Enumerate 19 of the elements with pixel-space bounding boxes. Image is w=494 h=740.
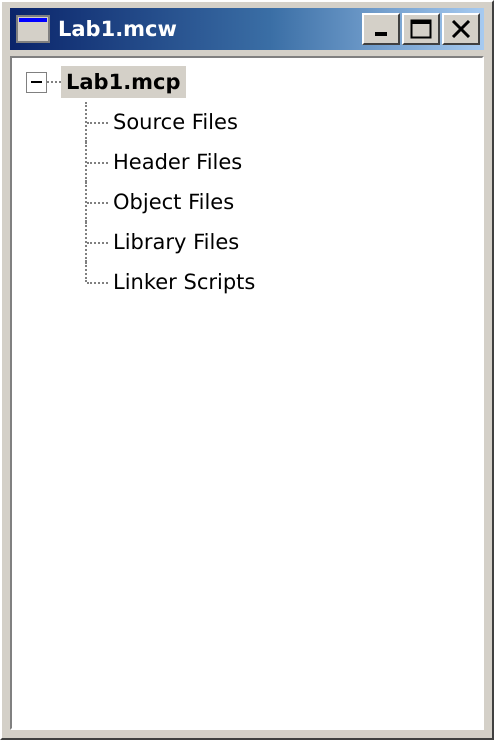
maximize-icon: [410, 19, 432, 39]
maximize-button[interactable]: [402, 13, 440, 45]
minimize-icon: [375, 32, 387, 36]
tree-item[interactable]: Linker Scripts: [109, 267, 260, 297]
tree-connector: [85, 182, 108, 222]
close-icon: [451, 20, 471, 38]
close-button[interactable]: [442, 13, 480, 45]
tree-connector: [85, 222, 108, 262]
tree-connector: [85, 102, 108, 142]
collapse-icon[interactable]: [26, 72, 47, 92]
tree-connector: [85, 142, 108, 182]
tree-item[interactable]: Lab1.mcp: [61, 66, 186, 98]
window-title: Lab1.mcw: [58, 17, 178, 41]
tree-item[interactable]: Object Files: [109, 187, 238, 217]
tree-item[interactable]: Source Files: [109, 107, 242, 137]
tree-item[interactable]: Library Files: [109, 227, 244, 257]
window-icon: [16, 15, 50, 43]
tree-item[interactable]: Header Files: [109, 147, 246, 177]
minimize-button[interactable]: [362, 13, 400, 45]
